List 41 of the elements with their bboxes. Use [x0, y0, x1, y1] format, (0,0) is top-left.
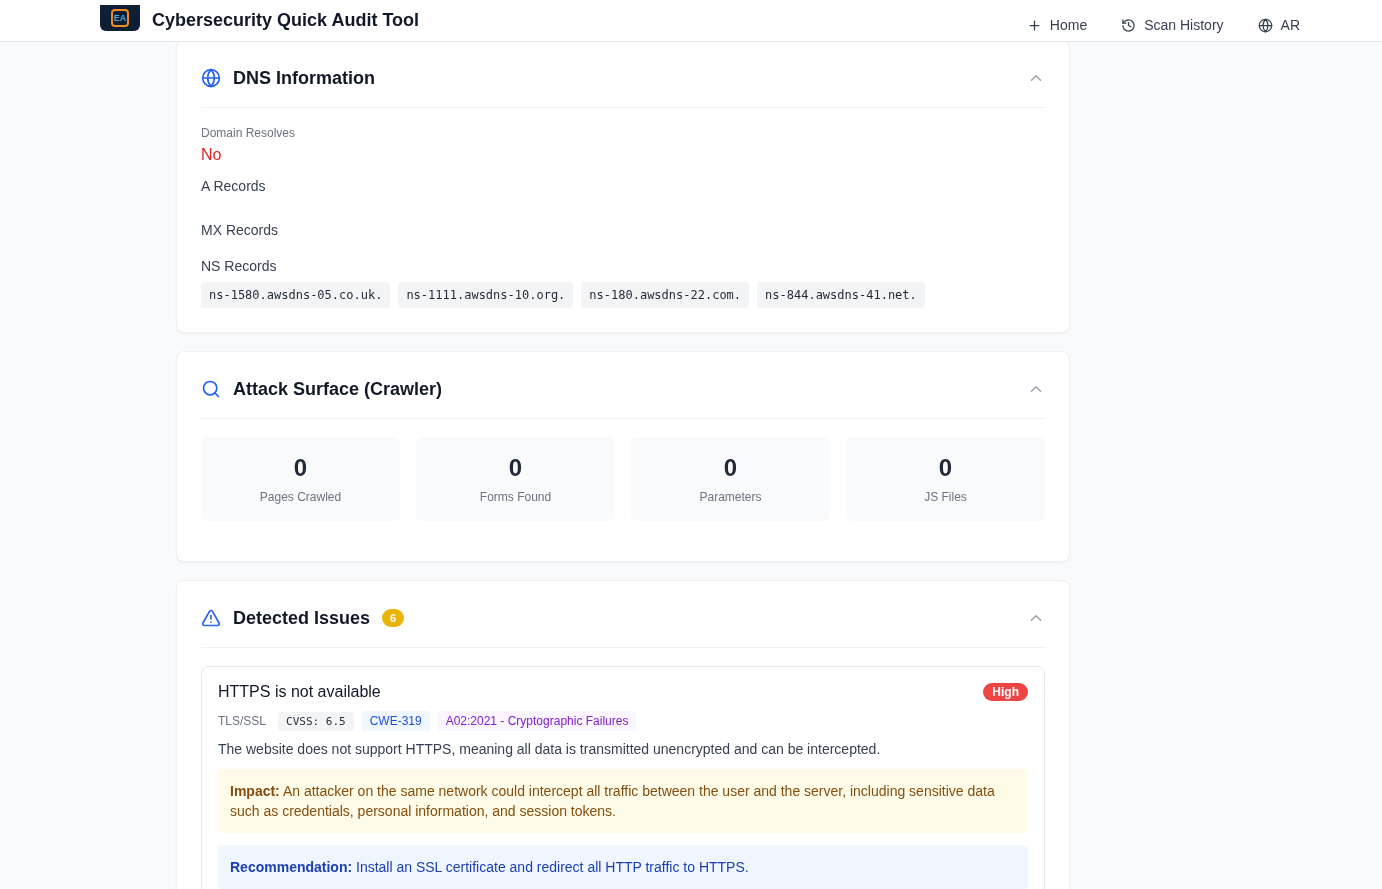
stat-value: 0	[293, 454, 308, 482]
nav-link[interactable]: Scan History	[1121, 17, 1224, 33]
cwe-tag: CWE-319	[361, 711, 430, 731]
owasp-tag: A02:2021 - Cryptographic Failures	[437, 711, 637, 731]
field-value: No	[201, 146, 223, 164]
nav-link[interactable]: Home	[1026, 17, 1088, 33]
app-title: Cybersecurity Quick Audit Tool	[152, 9, 420, 31]
stat-label: Pages Crawled	[259, 490, 342, 504]
stat-value: 0	[508, 454, 523, 482]
search-icon	[201, 379, 221, 399]
stat-value: 0	[938, 454, 953, 482]
stat-label: Forms Found	[479, 490, 552, 504]
nav-link[interactable]: AR	[1257, 17, 1300, 33]
cvss-tag: CVSS: 6.5	[278, 711, 354, 731]
logo: EA	[100, 5, 140, 31]
globe-icon	[1257, 17, 1273, 33]
count-badge: 6	[382, 609, 405, 627]
stat-value: 0	[723, 454, 738, 482]
issue-category: TLS/SSL	[218, 714, 267, 728]
history-icon	[1121, 17, 1137, 33]
impact-note: Impact: An attacker on the same network could intercept all traffic between the user and the server, including sensitive data such as credentials, personal information, and session tokens.	[218, 769, 1028, 833]
recommendation-note: Recommendation: Install an SSL certificate and redirect all HTTP traffic to HTTPS.	[218, 845, 1028, 889]
issue-title: HTTPS is not available	[218, 683, 381, 701]
field-label: Domain Resolves	[201, 126, 297, 140]
warning-icon	[201, 608, 221, 628]
field-label: A Records	[201, 178, 267, 194]
record-tag: ns-844.awsdns-41.net.	[757, 282, 925, 308]
issue-description: The website does not support HTTPS, meaning all data is transmitted unencrypted and can be intercepted.	[218, 741, 882, 757]
field-label: NS Records	[201, 258, 278, 274]
plus-icon	[1026, 17, 1042, 33]
severity-badge: High	[983, 683, 1028, 701]
record-tag: ns-180.awsdns-22.com.	[581, 282, 750, 308]
field-label: MX Records	[201, 222, 280, 238]
globe-icon	[201, 68, 221, 88]
stat-label: Parameters	[699, 490, 762, 504]
section-title: DNS Information	[233, 67, 375, 89]
record-tag: ns-1111.awsdns-10.org.	[398, 282, 574, 308]
record-tag: ns-1580.awsdns-05.co.uk.	[201, 282, 391, 308]
stat-label: JS Files	[924, 490, 967, 504]
section-title: Detected Issues	[233, 607, 371, 629]
section-title: Attack Surface (Crawler)	[233, 378, 443, 400]
